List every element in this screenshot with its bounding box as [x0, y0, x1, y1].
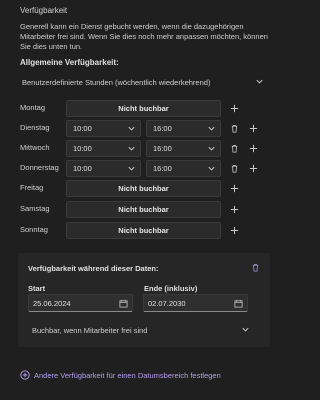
plus-icon[interactable]	[229, 183, 240, 194]
general-availability-label: Allgemeine Verfügbarkeit:	[20, 58, 119, 67]
calendar-icon[interactable]	[234, 299, 243, 308]
booking-mode-value: Buchbar, wenn Mitarbeiter frei sind	[32, 325, 148, 335]
start-time-value: 10:00	[73, 164, 92, 173]
day-label: Freitag	[20, 183, 44, 192]
section-title: Verfügbarkeit	[20, 6, 68, 15]
chevron-down-icon	[207, 144, 216, 153]
trash-icon[interactable]	[229, 163, 240, 174]
end-time-value: 16:00	[153, 124, 172, 133]
end-date-input[interactable]: 02.07.2030	[143, 294, 248, 312]
add-date-range-link[interactable]: Andere Verfügbarkeit für einen Datumsber…	[20, 370, 221, 380]
day-row-saturday: Samstag Nicht buchbar	[0, 201, 286, 219]
start-date-value: 25.06.2024	[33, 298, 71, 308]
start-time-select[interactable]: 10:00	[66, 140, 141, 157]
calendar-icon[interactable]	[119, 299, 128, 308]
start-date-input[interactable]: 25.06.2024	[28, 294, 133, 312]
day-label: Sonntag	[20, 225, 48, 234]
day-row-tuesday: Dienstag 10:00 16:00	[0, 120, 286, 138]
plus-icon[interactable]	[229, 225, 240, 236]
chevron-down-icon	[255, 77, 264, 86]
section-description: Generell kann ein Dienst gebucht werden,…	[20, 22, 268, 51]
end-time-select[interactable]: 16:00	[146, 120, 221, 137]
add-circle-icon	[20, 370, 30, 380]
chevron-down-icon	[207, 164, 216, 173]
trash-icon[interactable]	[250, 262, 261, 273]
chevron-down-icon	[127, 144, 136, 153]
not-bookable-button[interactable]: Nicht buchbar	[66, 201, 221, 218]
chevron-down-icon	[241, 325, 250, 334]
end-time-select[interactable]: 16:00	[146, 140, 221, 157]
end-time-value: 16:00	[153, 144, 172, 153]
plus-icon[interactable]	[229, 204, 240, 215]
end-time-select[interactable]: 16:00	[146, 160, 221, 177]
plus-icon[interactable]	[248, 123, 259, 134]
start-time-value: 10:00	[73, 124, 92, 133]
day-label: Donnerstag	[20, 163, 59, 172]
start-time-select[interactable]: 10:00	[66, 160, 141, 177]
chevron-down-icon	[127, 164, 136, 173]
general-availability-value: Benutzerdefinierte Stunden (wöchentlich …	[22, 77, 211, 87]
start-date-label: Start	[28, 284, 46, 293]
chevron-down-icon	[207, 124, 216, 133]
day-row-monday: Montag Nicht buchbar	[0, 100, 286, 118]
end-date-label: Ende (inklusiv)	[144, 284, 198, 293]
day-row-sunday: Sonntag Nicht buchbar	[0, 222, 286, 240]
not-bookable-button[interactable]: Nicht buchbar	[66, 180, 221, 197]
day-row-friday: Freitag Nicht buchbar	[0, 180, 286, 198]
day-label: Samstag	[20, 204, 50, 213]
booking-mode-select[interactable]: Buchbar, wenn Mitarbeiter frei sind	[28, 321, 253, 339]
day-label: Dienstag	[20, 123, 50, 132]
plus-icon[interactable]	[248, 163, 259, 174]
start-time-value: 10:00	[73, 144, 92, 153]
plus-icon[interactable]	[229, 103, 240, 114]
end-time-value: 16:00	[153, 164, 172, 173]
trash-icon[interactable]	[229, 143, 240, 154]
chevron-down-icon	[127, 124, 136, 133]
add-date-range-label: Andere Verfügbarkeit für einen Datumsber…	[34, 370, 221, 380]
not-bookable-button[interactable]: Nicht buchbar	[66, 100, 221, 117]
date-range-title: Verfügbarkeit während dieser Daten:	[28, 264, 159, 273]
plus-icon[interactable]	[248, 143, 259, 154]
trash-icon[interactable]	[229, 123, 240, 134]
day-label: Montag	[20, 103, 46, 112]
not-bookable-button[interactable]: Nicht buchbar	[66, 222, 221, 239]
start-time-select[interactable]: 10:00	[66, 120, 141, 137]
day-row-thursday: Donnerstag 10:00 16:00	[0, 160, 286, 178]
day-label: Mittwoch	[20, 143, 50, 152]
day-row-wednesday: Mittwoch 10:00 16:00	[0, 140, 286, 158]
end-date-value: 02.07.2030	[148, 298, 186, 308]
general-availability-select[interactable]: Benutzerdefinierte Stunden (wöchentlich …	[18, 73, 270, 91]
